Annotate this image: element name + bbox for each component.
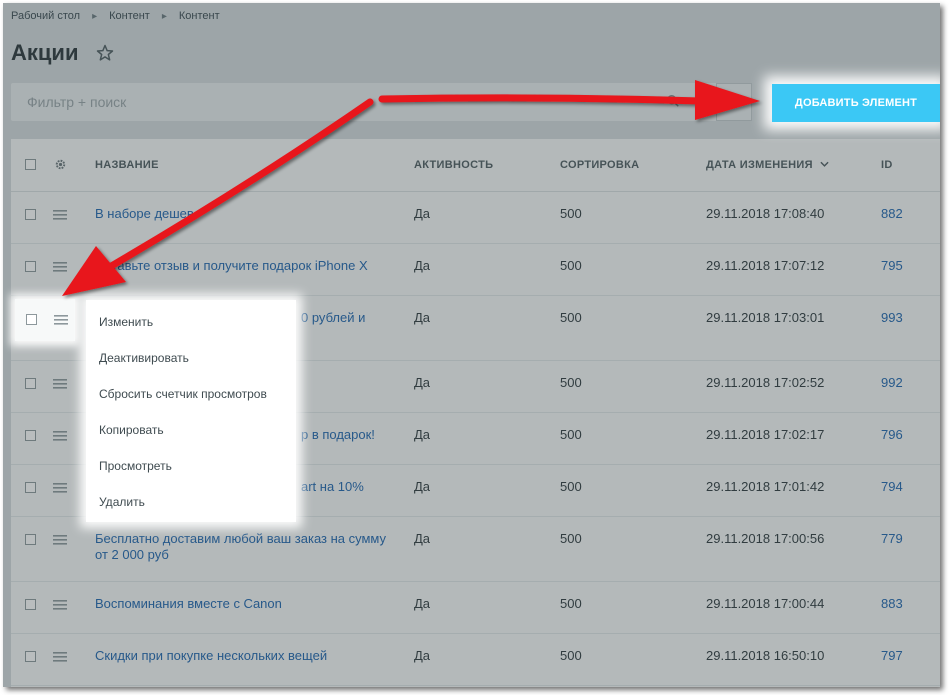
row-activity: Да: [414, 531, 431, 546]
menu-icon[interactable]: [53, 600, 67, 610]
menu-icon[interactable]: [53, 483, 67, 493]
column-header-date-label: ДАТА ИЗМЕНЕНИЯ: [706, 159, 813, 171]
row-sort: 500: [560, 648, 582, 663]
row-name-link[interactable]: art на 10%: [301, 479, 411, 495]
row-id-link[interactable]: 992: [881, 375, 903, 390]
row-id-link[interactable]: 797: [881, 648, 903, 663]
menu-item-view[interactable]: Просмотреть: [99, 459, 172, 473]
row-checkbox[interactable]: [25, 482, 36, 493]
row-date: 29.11.2018 17:01:42: [706, 479, 825, 494]
search-icon[interactable]: [666, 94, 680, 108]
menu-icon[interactable]: [53, 210, 67, 220]
page-title: Акции: [11, 40, 79, 65]
breadcrumb-separator-icon: ▸: [92, 10, 98, 22]
breadcrumb-item-content[interactable]: Контент: [109, 10, 150, 22]
row-sort: 500: [560, 427, 582, 442]
menu-item-edit[interactable]: Изменить: [99, 315, 153, 329]
row-sort: 500: [560, 206, 582, 221]
row-date: 29.11.2018 17:07:12: [706, 258, 825, 273]
row-activity: Да: [414, 648, 431, 663]
column-header-id[interactable]: ID: [881, 159, 893, 171]
row-date: 29.11.2018 17:00:44: [706, 596, 825, 611]
menu-icon[interactable]: [53, 535, 67, 545]
row-id-link[interactable]: 794: [881, 479, 903, 494]
row-checkbox[interactable]: [25, 599, 36, 610]
row-date: 29.11.2018 17:00:56: [706, 531, 825, 546]
row-checkbox[interactable]: [25, 209, 36, 220]
admin-page: Рабочий стол ▸ Контент ▸ Контент Акции Ф…: [3, 3, 940, 687]
row-sort: 500: [560, 258, 582, 273]
menu-icon[interactable]: [53, 652, 67, 662]
row-sort: 500: [560, 310, 582, 325]
row-sort: 500: [560, 479, 582, 494]
row-date: 29.11.2018 17:02:52: [706, 375, 825, 390]
column-header-activity[interactable]: АКТИВНОСТЬ: [414, 159, 493, 171]
column-header-sort[interactable]: СОРТИРОВКА: [560, 159, 639, 171]
row-activity: Да: [414, 479, 431, 494]
row-id-link[interactable]: 882: [881, 206, 903, 221]
table-row[interactable]: В наборе дешев Да 500 29.11.2018 17:08:40 88…: [11, 191, 940, 244]
menu-icon[interactable]: [53, 262, 67, 272]
row-id-link[interactable]: 883: [881, 596, 903, 611]
row-activity: Да: [414, 427, 431, 442]
table-row[interactable]: Воспоминания вместе с Canon Да 500 29.11.20…: [11, 581, 940, 634]
row-date: 29.11.2018 17:03:01: [706, 310, 825, 325]
breadcrumb-separator-icon: ▸: [161, 10, 167, 22]
row-name-link[interactable]: Воспоминания вместе с Canon: [95, 596, 395, 612]
row-name-link[interactable]: Бесплатно доставим любой ваш заказ на су…: [95, 531, 395, 563]
row-activity: Да: [414, 310, 431, 325]
row-activity: Да: [414, 258, 431, 273]
row-actions-highlight: [15, 299, 75, 341]
row-id-link[interactable]: 993: [881, 310, 903, 325]
row-activity: Да: [414, 596, 431, 611]
star-icon[interactable]: [95, 43, 115, 63]
row-context-menu: Изменить Деактивировать Сбросить счетчик…: [86, 300, 296, 522]
row-date: 29.11.2018 17:02:17: [706, 427, 825, 442]
row-sort: 500: [560, 596, 582, 611]
menu-icon[interactable]: [54, 315, 68, 325]
row-activity: Да: [414, 375, 431, 390]
table-row[interactable]: Оставьте отзыв и получите подарок iPhone…: [11, 243, 940, 296]
row-name-link[interactable]: р в подарок!: [301, 427, 411, 443]
row-name-link[interactable]: Оставьте отзыв и получите подарок iPhone…: [95, 258, 395, 274]
row-sort: 500: [560, 375, 582, 390]
row-id-link[interactable]: 779: [881, 531, 903, 546]
row-id-link[interactable]: 796: [881, 427, 903, 442]
chevron-down-icon: [820, 161, 829, 167]
row-checkbox[interactable]: [26, 314, 37, 325]
row-checkbox[interactable]: [25, 534, 36, 545]
table-row[interactable]: Скидки при покупке нескольких вещей Да 500…: [11, 633, 940, 686]
column-header-name[interactable]: НАЗВАНИЕ: [95, 159, 159, 171]
breadcrumb: Рабочий стол ▸ Контент ▸ Контент: [11, 10, 220, 22]
row-activity: Да: [414, 206, 431, 221]
row-name-link[interactable]: В наборе дешев: [95, 206, 395, 222]
menu-item-reset-views[interactable]: Сбросить счетчик просмотров: [99, 387, 267, 401]
gear-icon[interactable]: [54, 158, 67, 171]
breadcrumb-item-desktop[interactable]: Рабочий стол: [11, 10, 80, 22]
menu-icon[interactable]: [53, 431, 67, 441]
menu-item-delete[interactable]: Удалить: [99, 495, 145, 509]
column-header-date[interactable]: ДАТА ИЗМЕНЕНИЯ: [706, 159, 829, 171]
breadcrumb-item-content-2[interactable]: Контент: [179, 10, 220, 22]
filter-search-input[interactable]: Фильтр + поиск: [11, 83, 751, 121]
menu-item-copy[interactable]: Копировать: [99, 423, 164, 437]
filter-settings-button[interactable]: [716, 83, 752, 121]
menu-icon[interactable]: [53, 379, 67, 389]
grid-header: НАЗВАНИЕ АКТИВНОСТЬ СОРТИРОВКА ДАТА ИЗМЕ…: [11, 139, 940, 192]
row-date: 29.11.2018 16:50:10: [706, 648, 825, 663]
add-element-button[interactable]: ДОБАВИТЬ ЭЛЕМЕНТ: [772, 84, 940, 122]
row-name-link[interactable]: 0 рублей и: [301, 310, 411, 326]
row-name-link[interactable]: Скидки при покупке нескольких вещей: [95, 648, 395, 664]
row-id-link[interactable]: 795: [881, 258, 903, 273]
row-checkbox[interactable]: [25, 261, 36, 272]
table-row[interactable]: Бесплатно доставим любой ваш заказ на су…: [11, 516, 940, 582]
row-checkbox[interactable]: [25, 430, 36, 441]
select-all-checkbox[interactable]: [25, 159, 36, 170]
row-checkbox[interactable]: [25, 651, 36, 662]
row-checkbox[interactable]: [25, 378, 36, 389]
menu-item-deactivate[interactable]: Деактивировать: [99, 351, 189, 365]
row-date: 29.11.2018 17:08:40: [706, 206, 825, 221]
row-sort: 500: [560, 531, 582, 546]
